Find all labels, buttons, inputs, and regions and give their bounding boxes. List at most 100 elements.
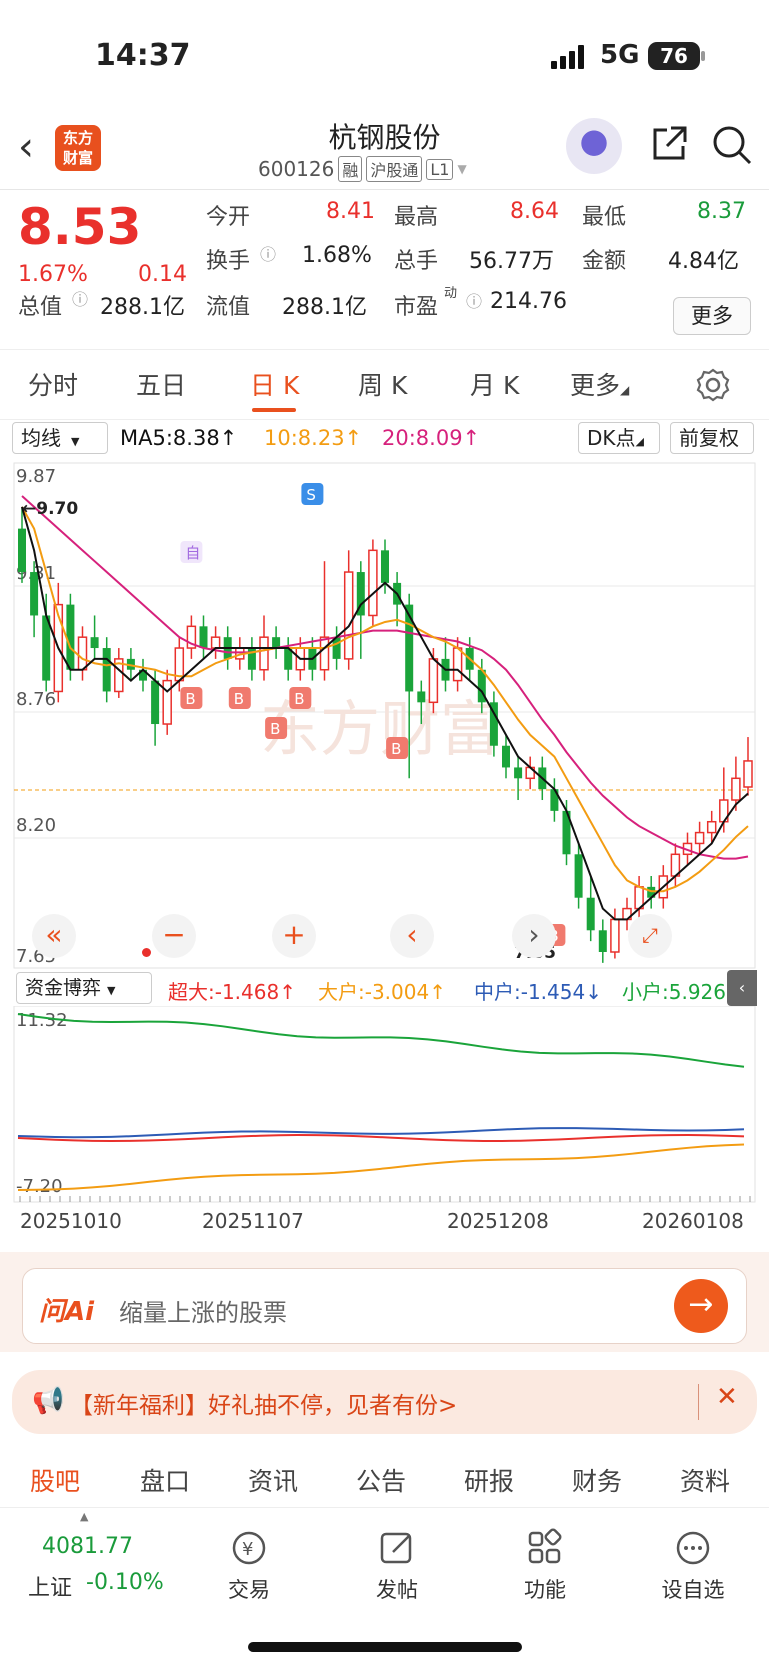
candle-body[interactable] bbox=[514, 767, 523, 779]
period-tabs: 分时 五日 日 K 周 K 月 K 更多◢ bbox=[0, 352, 769, 420]
date-label: 20251010 bbox=[20, 1209, 122, 1233]
arrow-right-icon[interactable]: → bbox=[674, 1279, 728, 1333]
candle-body[interactable] bbox=[598, 930, 607, 952]
adjust-select[interactable]: 前复权 bbox=[670, 422, 754, 454]
candle-body[interactable] bbox=[381, 550, 389, 583]
fund-big-line bbox=[17, 1143, 745, 1191]
dock-trade[interactable]: ¥ 交易 bbox=[194, 1522, 304, 1604]
date-label: 20251107 bbox=[202, 1209, 304, 1233]
turnover-label: 换手 bbox=[206, 249, 251, 274]
kline-chart[interactable]: 9.87 9.31 8.76 8.20 7.65 东方财富 自SBBBBBB ←… bbox=[0, 460, 769, 970]
candle-body[interactable] bbox=[90, 637, 99, 649]
low-value: 8.37 bbox=[697, 199, 746, 224]
info-icon[interactable]: ⓘ bbox=[260, 241, 276, 265]
ma-select[interactable]: 均线 ▼ bbox=[12, 422, 108, 454]
candle-body[interactable] bbox=[428, 658, 439, 704]
promo-banner[interactable]: 📢 【新年福利】好礼抽不停，见者有份> ✕ bbox=[12, 1370, 757, 1434]
promo-text: 【新年福利】好礼抽不停，见者有份> bbox=[70, 1393, 458, 1419]
index-change: -0.10% bbox=[86, 1570, 164, 1595]
candle-body[interactable] bbox=[610, 918, 620, 953]
trade-marker-label: B bbox=[185, 690, 195, 708]
candle-body[interactable] bbox=[694, 831, 705, 845]
tab-more[interactable]: 更多◢ bbox=[570, 366, 629, 402]
fast-back-icon[interactable]: « bbox=[32, 914, 76, 958]
candle-body[interactable] bbox=[502, 745, 510, 768]
scroll-right-icon[interactable]: › bbox=[512, 914, 556, 958]
dock-add-watchlist[interactable]: 设自选 bbox=[638, 1522, 748, 1604]
zoom-in-icon[interactable]: + bbox=[272, 914, 316, 958]
ma5-value: MA5:8.38↑ bbox=[120, 426, 238, 450]
ai-search-bar[interactable]: 问Ai 缩量上涨的股票 → bbox=[22, 1268, 747, 1344]
fullscreen-icon[interactable]: ⤢ bbox=[628, 914, 672, 958]
content-tabs: 股吧 盘口 资讯 公告 研报 财务 资料 bbox=[0, 1448, 769, 1508]
high-label: 最高 bbox=[394, 205, 439, 230]
tab-monthly-k[interactable]: 月 K bbox=[470, 366, 519, 402]
tab-depth[interactable]: 盘口 bbox=[140, 1462, 190, 1498]
max-price-label: ←9.70 bbox=[22, 499, 78, 519]
dock-functions[interactable]: 功能 bbox=[490, 1522, 600, 1604]
candle-body[interactable] bbox=[574, 854, 583, 898]
close-icon[interactable]: ✕ bbox=[716, 1382, 738, 1412]
candle-body[interactable] bbox=[706, 820, 717, 834]
tab-profile[interactable]: 资料 bbox=[680, 1462, 730, 1498]
stock-code-row[interactable]: 600126 融 沪股通 L1 ▼ bbox=[258, 156, 467, 182]
candle-body[interactable] bbox=[199, 626, 208, 649]
network-label: 5G bbox=[600, 40, 640, 70]
candle-body[interactable] bbox=[210, 636, 221, 649]
more-dots-icon bbox=[638, 1522, 748, 1574]
tab-notices[interactable]: 公告 bbox=[356, 1462, 406, 1498]
date-axis: 20251010 20251107 20251208 20260108 bbox=[0, 1205, 769, 1245]
tab-finance[interactable]: 财务 bbox=[572, 1462, 622, 1498]
tab-daily-k[interactable]: 日 K bbox=[250, 366, 299, 402]
date-label: 20260108 bbox=[642, 1209, 744, 1233]
high-value: 8.64 bbox=[510, 199, 559, 224]
more-button[interactable]: 更多 bbox=[673, 297, 751, 335]
tab-research[interactable]: 研报 bbox=[464, 1462, 514, 1498]
info-icon[interactable]: ⓘ bbox=[72, 286, 88, 310]
candle-body[interactable] bbox=[343, 571, 354, 660]
fund-indicator-select[interactable]: 资金博弈 ▼ bbox=[16, 972, 152, 1004]
candle-body[interactable] bbox=[743, 760, 753, 788]
candle-body[interactable] bbox=[18, 528, 26, 573]
tab-intraday[interactable]: 分时 bbox=[28, 366, 78, 402]
info-icon[interactable]: ⓘ bbox=[466, 288, 482, 312]
candle-body[interactable] bbox=[162, 679, 172, 725]
candle-body[interactable] bbox=[66, 604, 75, 670]
candle-body[interactable] bbox=[272, 637, 281, 649]
tab-five-day[interactable]: 五日 bbox=[136, 366, 186, 402]
candle-body[interactable] bbox=[77, 636, 88, 671]
home-indicator bbox=[248, 1642, 522, 1652]
trade-marker-label: B bbox=[294, 690, 304, 708]
candle-body[interactable] bbox=[30, 572, 39, 616]
candle-body[interactable] bbox=[151, 680, 160, 725]
trade-marker-label: B bbox=[391, 740, 401, 758]
candle-body[interactable] bbox=[452, 647, 463, 682]
index-value[interactable]: 4081.77 bbox=[42, 1534, 133, 1559]
stock-code: 600126 bbox=[258, 157, 335, 181]
search-icon[interactable] bbox=[711, 124, 753, 166]
candle-body[interactable] bbox=[259, 636, 269, 671]
fund-flow-chart[interactable]: 11.32 -7.20 bbox=[0, 1006, 769, 1206]
low-label: 最低 bbox=[582, 205, 627, 230]
tab-weekly-k[interactable]: 周 K bbox=[358, 366, 407, 402]
candle-body[interactable] bbox=[417, 691, 426, 703]
settings-gear-icon[interactable] bbox=[696, 368, 730, 402]
candle-body[interactable] bbox=[586, 897, 595, 931]
candle-body[interactable] bbox=[368, 549, 378, 617]
expand-arrow-icon[interactable]: ‹ bbox=[727, 970, 757, 1006]
share-icon[interactable] bbox=[649, 124, 689, 164]
assistant-avatar-icon[interactable] bbox=[566, 118, 622, 174]
tag-level: L1 bbox=[426, 158, 454, 180]
mktcap-value: 288.1亿 bbox=[100, 295, 185, 320]
tab-forum[interactable]: 股吧 bbox=[30, 1462, 80, 1498]
candle-body[interactable] bbox=[405, 604, 414, 692]
zoom-out-icon[interactable]: − bbox=[152, 914, 196, 958]
candle-body[interactable] bbox=[319, 636, 330, 671]
tab-news[interactable]: 资讯 bbox=[248, 1462, 298, 1498]
candle-body[interactable] bbox=[102, 648, 111, 692]
candle-body[interactable] bbox=[731, 777, 741, 801]
status-time: 14:37 bbox=[95, 38, 191, 73]
dock-post[interactable]: 发帖 bbox=[342, 1522, 452, 1604]
scroll-left-icon[interactable]: ‹ bbox=[390, 914, 434, 958]
dk-point-select[interactable]: DK点◢ bbox=[578, 422, 660, 454]
